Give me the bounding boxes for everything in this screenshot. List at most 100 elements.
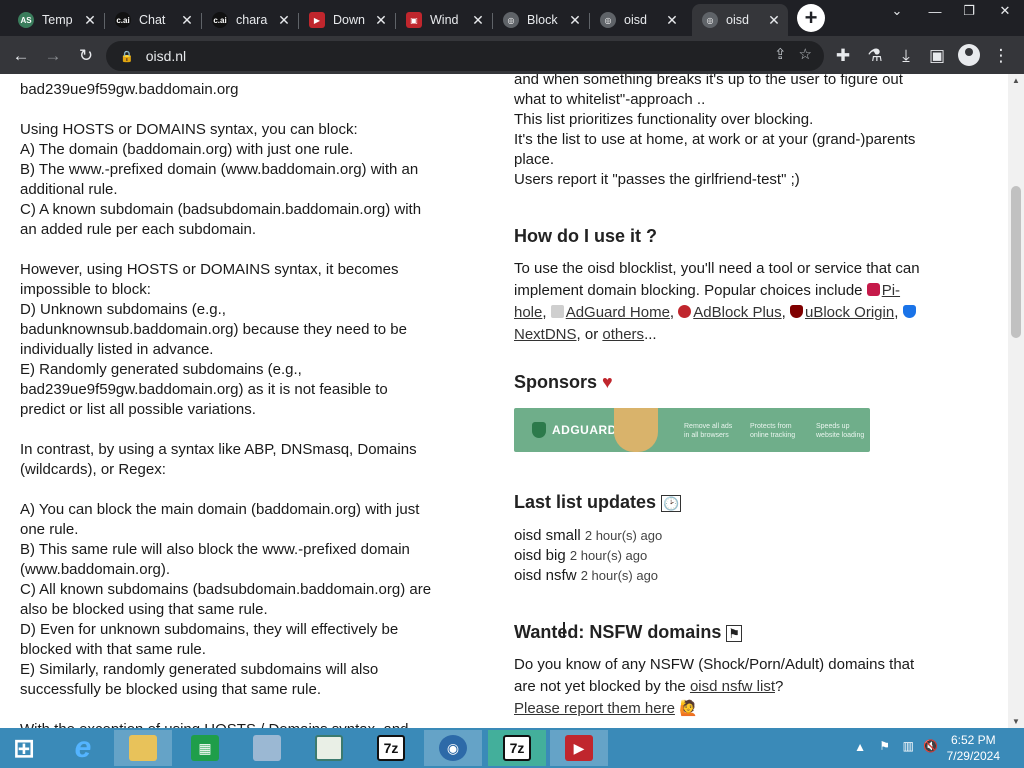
character-ai-icon: c.ai	[115, 12, 131, 28]
side-panel-icon[interactable]: ▣	[924, 43, 950, 69]
updates-heading: Last list updates 🕑	[514, 490, 984, 514]
network-icon[interactable]: ▥	[903, 739, 914, 753]
tab-1[interactable]: AS Temp ✕	[8, 4, 105, 36]
close-tab-icon[interactable]: ✕	[373, 12, 389, 28]
wanted-paragraph: Do you know of any NSFW (Shock/Porn/Adul…	[514, 654, 984, 720]
adguard-home-link[interactable]: AdGuard Home	[566, 304, 670, 321]
text-line: (wildcards), or Regex:	[20, 461, 166, 478]
bookmark-star-icon[interactable]: ☆	[799, 45, 812, 63]
others-link[interactable]: others	[602, 326, 644, 343]
taskbar-clock[interactable]: 6:52 PM 7/29/2024	[947, 732, 1000, 764]
action-center-flag-icon[interactable]: ⚑	[879, 739, 890, 753]
volume-muted-icon[interactable]: 🔇	[923, 739, 938, 753]
text-line: bad239ue9f59gw.baddomain.org	[20, 81, 239, 98]
pihole-link[interactable]: Pi-	[882, 282, 900, 299]
tab-4[interactable]: ▶ Down ✕	[299, 4, 396, 36]
scroll-down-arrow-icon[interactable]: ▼	[1011, 717, 1021, 726]
scroll-thumb[interactable]	[1011, 186, 1021, 338]
browser-app-icon: ◉	[439, 735, 467, 761]
close-tab-icon[interactable]: ✕	[470, 12, 486, 28]
maximize-button[interactable]: ❐	[952, 0, 986, 22]
wanted-line-2-prefix: are not yet blocked by the	[514, 678, 690, 695]
wanted-line-2: are not yet blocked by the oisd nsfw lis…	[514, 676, 984, 698]
taskbar-store[interactable]: ▦	[176, 730, 234, 766]
tab-8-active[interactable]: ◎ oisd ✕	[692, 4, 788, 36]
taskbar-browser-app[interactable]: ◉	[424, 730, 482, 766]
windows-icon: ▣	[406, 12, 422, 28]
taskbar-internet-explorer[interactable]: e	[54, 730, 112, 766]
taskbar-monitor-app[interactable]	[238, 730, 296, 766]
taskbar-7zip-1[interactable]: 7z	[362, 730, 420, 766]
labs-flask-icon[interactable]: ⚗	[862, 43, 888, 69]
list-name: oisd small	[514, 527, 581, 544]
address-bar[interactable]: 🔒 oisd.nl ⇪ ☆	[106, 41, 824, 71]
pihole-link-2[interactable]: hole	[514, 304, 542, 321]
intro-line: It's the list to use at home, at work or…	[514, 131, 916, 148]
close-tab-icon[interactable]: ✕	[82, 12, 98, 28]
taskbar-file-explorer[interactable]	[114, 730, 172, 766]
text-line: B) The www.-prefixed domain (www.baddoma…	[20, 161, 419, 178]
new-tab-button[interactable]: +	[797, 4, 825, 32]
url-text: oisd.nl	[145, 48, 187, 64]
text-line: one rule.	[20, 521, 79, 538]
banner-text-2: Protects from online tracking	[750, 423, 796, 439]
update-row: oisd small 2 hour(s) ago	[514, 526, 984, 546]
close-tab-icon[interactable]: ✕	[766, 12, 782, 28]
lock-icon[interactable]: 🔒	[120, 50, 134, 63]
how-line-1: To use the oisd blocklist, you'll need a…	[514, 260, 920, 277]
profile-avatar-icon[interactable]	[958, 44, 980, 66]
extensions-icon[interactable]: ✚	[830, 43, 856, 69]
how-line-3: hole, AdGuard Home, AdBlock Plus, uBlock…	[514, 302, 984, 324]
text-line: D) Even for unknown subdomains, they wil…	[20, 621, 399, 638]
adguard-sponsor-banner[interactable]: ADGUARD Remove all ads in all browsers P…	[514, 408, 870, 452]
close-tab-icon[interactable]: ✕	[567, 12, 583, 28]
share-icon[interactable]: ⇪	[774, 45, 787, 63]
tab-6[interactable]: ◎ Block ✕	[493, 4, 590, 36]
page-viewport: bad239ue9f59gw.baddomain.org Using HOSTS …	[0, 74, 1024, 728]
back-button[interactable]: ←	[8, 43, 34, 69]
text-line: A) The domain (baddomain.org) with just …	[20, 141, 354, 158]
update-row: oisd nsfw 2 hour(s) ago	[514, 566, 984, 586]
intro-line: and when something breaks it's up to the…	[514, 74, 903, 88]
tab-2[interactable]: c.ai Chat ✕	[105, 4, 202, 36]
taskbar-notepad-app[interactable]	[300, 730, 358, 766]
tab-favicon-icon: AS	[18, 12, 34, 28]
tab-search-icon[interactable]: ⌄	[880, 0, 914, 22]
taskbar-7zip-2[interactable]: 7z	[488, 730, 546, 766]
tab-7[interactable]: ◎ oisd ✕	[590, 4, 686, 36]
how-line-2: implement domain blocking. Popular choic…	[514, 280, 984, 302]
close-tab-icon[interactable]: ✕	[179, 12, 195, 28]
minimize-button[interactable]: —	[918, 0, 952, 22]
tab-title: Temp	[42, 13, 73, 27]
close-tab-icon[interactable]: ✕	[664, 12, 680, 28]
tab-title: Wind	[430, 13, 459, 27]
scroll-up-arrow-icon[interactable]: ▲	[1011, 76, 1021, 85]
report-link[interactable]: Please report them here	[514, 700, 675, 717]
taskbar-video-app[interactable]: ▶	[550, 730, 608, 766]
forward-button[interactable]: →	[40, 43, 66, 69]
windows-logo-icon: ⊞	[13, 732, 35, 763]
tab-5[interactable]: ▣ Wind ✕	[396, 4, 493, 36]
start-button[interactable]: ⊞	[0, 730, 48, 766]
download-icon[interactable]: ⤓	[893, 43, 919, 69]
sponsors-heading: Sponsors ♥	[514, 370, 984, 394]
ublock-origin-link[interactable]: uBlock Origin	[805, 304, 894, 321]
nextdns-link[interactable]: NextDNS	[514, 326, 577, 343]
text-line: C) All known subdomains (badsubdomain.ba…	[20, 581, 432, 598]
tab-title: Block	[527, 13, 558, 27]
text-line	[20, 240, 495, 260]
page-scrollbar[interactable]: ▲ ▼	[1008, 74, 1024, 728]
close-tab-icon[interactable]: ✕	[276, 12, 292, 28]
banner-text-1: Remove all ads in all browsers	[684, 423, 733, 439]
menu-kebab-icon[interactable]: ⋮	[988, 43, 1014, 69]
adblock-plus-link[interactable]: AdBlock Plus	[693, 304, 781, 321]
adguard-home-icon	[550, 305, 564, 318]
folder-icon	[129, 735, 157, 761]
oisd-nsfw-list-link[interactable]: oisd nsfw list	[690, 678, 775, 695]
tray-expand-icon[interactable]: ▲	[854, 740, 866, 754]
download-icon: ▶	[309, 12, 325, 28]
reload-button[interactable]: ↻	[73, 43, 99, 69]
tab-3[interactable]: c.ai chara ✕	[202, 4, 299, 36]
close-window-button[interactable]: ✕	[988, 0, 1022, 22]
globe-icon: ◎	[600, 12, 616, 28]
